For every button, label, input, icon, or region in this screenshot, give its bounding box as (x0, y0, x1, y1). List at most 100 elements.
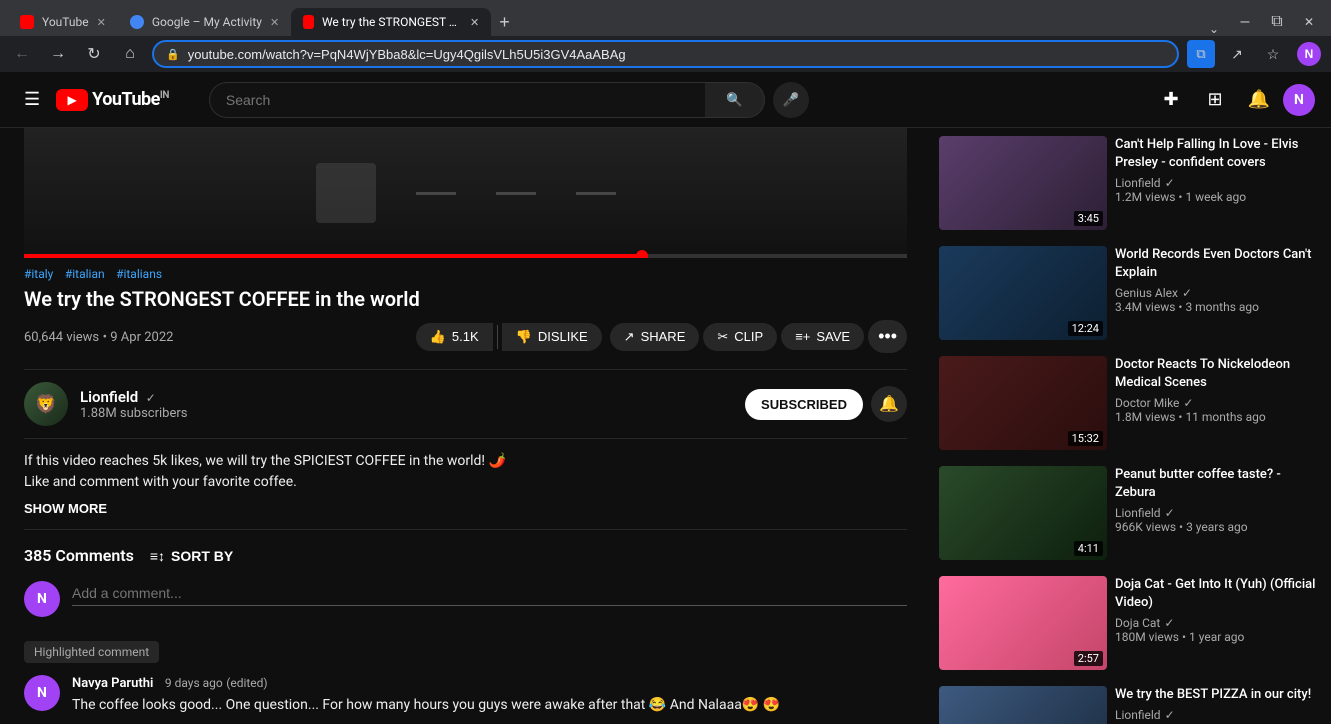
sidebar-channel-2: Genius Alex ✓ (1115, 286, 1323, 300)
sidebar-video-2[interactable]: 12:24 World Records Even Doctors Can't E… (939, 238, 1323, 348)
current-user-avatar: N (24, 581, 60, 617)
video-player[interactable] (24, 128, 907, 258)
comment-item: N Navya Paruthi 9 days ago (edited) The … (24, 675, 907, 724)
sidebar-video-5[interactable]: 2:57 Doja Cat - Get Into It (Yuh) (Offic… (939, 568, 1323, 678)
save-button[interactable]: ≡+ SAVE (781, 323, 864, 350)
tag-italy[interactable]: #italy (24, 267, 53, 281)
video-actions: 👍 5.1K 👎 DISLIKE ↗ SHARE ✂ CLIP (416, 320, 907, 353)
user-avatar[interactable]: N (1283, 84, 1315, 116)
apps-button[interactable]: ⊞ (1195, 80, 1235, 120)
youtube-main: #italy #italian #italians We try the STR… (0, 128, 1331, 724)
video-meta: 60,644 views • 9 Apr 2022 (24, 329, 173, 345)
create-button[interactable]: ✚ (1151, 80, 1191, 120)
verified-icon-1: ✓ (1165, 176, 1175, 190)
sidebar-info-3: Doctor Reacts To Nickelodeon Medical Sce… (1115, 356, 1323, 450)
restore-button[interactable]: ⧉ (1263, 8, 1291, 36)
more-actions-button[interactable]: ••• (868, 320, 907, 353)
sort-label: SORT BY (171, 548, 233, 564)
minimize-button[interactable]: – (1231, 8, 1259, 36)
bookmark-button[interactable]: ☆ (1259, 40, 1287, 68)
sort-button[interactable]: ≡↕ SORT BY (150, 548, 233, 564)
verified-icon-6: ✓ (1165, 708, 1175, 722)
new-tab-button[interactable]: + (491, 8, 518, 36)
comment-header: Navya Paruthi 9 days ago (edited) (72, 675, 907, 691)
sidebar-title-5: Doja Cat - Get Into It (Yuh) (Official V… (1115, 576, 1323, 612)
sidebar-meta-5: 180M views • 1 year ago (1115, 630, 1323, 644)
search-input[interactable] (209, 82, 705, 118)
save-label: SAVE (816, 329, 850, 344)
tab-favicon-1 (20, 15, 34, 29)
comment-input-wrap (72, 581, 907, 606)
comments-header: 385 Comments ≡↕ SORT BY (24, 546, 907, 565)
clip-button[interactable]: ✂ CLIP (703, 323, 777, 351)
video-progress-bar[interactable] (24, 254, 907, 258)
youtube-header: ☰ YouTubeIN 🔍 🎤 ✚ ⊞ 🔔 N (0, 72, 1331, 128)
open-in-new-button[interactable]: ⧉ (1187, 40, 1215, 68)
tab-youtube[interactable]: YouTube ✕ (8, 8, 118, 36)
sidebar-title-3: Doctor Reacts To Nickelodeon Medical Sce… (1115, 356, 1323, 392)
hamburger-menu-button[interactable]: ☰ (16, 81, 48, 118)
comment-time: 9 days ago (165, 676, 223, 690)
comment-edited: (edited) (226, 676, 267, 690)
close-button[interactable]: ✕ (1295, 8, 1323, 36)
sidebar-video-6[interactable]: 8:23 We try the BEST PIZZA in our city! … (939, 678, 1323, 724)
share-button[interactable]: ↗ SHARE (610, 323, 700, 351)
subscribe-button[interactable]: SUBSCRIBED (745, 389, 863, 420)
sidebar-channel-3: Doctor Mike ✓ (1115, 396, 1323, 410)
sidebar-meta-3: 1.8M views • 11 months ago (1115, 410, 1323, 424)
back-button[interactable]: ← (8, 40, 36, 68)
sidebar-video-3[interactable]: 15:32 Doctor Reacts To Nickelodeon Medic… (939, 348, 1323, 458)
notifications-bell-button[interactable]: 🔔 (871, 386, 907, 422)
comment-body: Navya Paruthi 9 days ago (edited) The co… (72, 675, 907, 724)
sidebar-channel-6: Lionfield ✓ (1115, 708, 1323, 722)
sidebar: 3:45 Can't Help Falling In Love - Elvis … (931, 128, 1331, 724)
sidebar-duration-1: 3:45 (1074, 211, 1103, 226)
video-title: We try the STRONGEST COFFEE in the world (24, 286, 907, 312)
show-more-button[interactable]: SHOW MORE (24, 501, 107, 516)
tab-label-1: YouTube (42, 15, 89, 29)
profile-browser-button[interactable]: N (1295, 40, 1323, 68)
add-comment-row: N (24, 581, 907, 617)
header-actions: ✚ ⊞ 🔔 N (1151, 80, 1315, 120)
address-bar[interactable]: 🔒 (152, 40, 1179, 68)
home-button[interactable]: ⌂ (116, 40, 144, 68)
tag-italians[interactable]: #italians (116, 267, 162, 281)
channel-avatar[interactable]: 🦁 (24, 382, 68, 426)
tab-favicon-3 (303, 15, 314, 29)
youtube-country: IN (160, 90, 169, 101)
tab-current[interactable]: We try the STRONGEST COFFEE ... ✕ (291, 8, 491, 36)
like-divider (497, 325, 498, 349)
like-button[interactable]: 👍 5.1K (416, 323, 493, 351)
tab-close-2[interactable]: ✕ (270, 16, 279, 29)
verified-icon-4: ✓ (1165, 506, 1175, 520)
forward-button[interactable]: → (44, 40, 72, 68)
channel-name[interactable]: Lionfield (80, 388, 138, 406)
tab-overflow-button[interactable]: ⌄ (1205, 22, 1223, 36)
like-icon: 👍 (430, 329, 446, 345)
share-browser-button[interactable]: ↗ (1223, 40, 1251, 68)
sidebar-thumb-2: 12:24 (939, 246, 1107, 340)
sidebar-video-4[interactable]: 4:11 Peanut butter coffee taste? - Zebur… (939, 458, 1323, 568)
tab-close-3[interactable]: ✕ (470, 16, 479, 29)
comments-count: 385 Comments (24, 546, 134, 565)
comment-author[interactable]: Navya Paruthi (72, 676, 153, 691)
address-input[interactable] (188, 47, 1165, 62)
share-icon: ↗ (624, 329, 635, 345)
dislike-button[interactable]: 👎 DISLIKE (502, 323, 602, 351)
verified-icon-2: ✓ (1182, 286, 1192, 300)
voice-search-button[interactable]: 🎤 (773, 82, 809, 118)
video-scrubber[interactable] (636, 250, 648, 258)
tab-google[interactable]: Google – My Activity ✕ (118, 8, 291, 36)
comment-input[interactable] (72, 581, 907, 606)
tag-italian[interactable]: #italian (65, 267, 105, 281)
sidebar-video-1[interactable]: 3:45 Can't Help Falling In Love - Elvis … (939, 128, 1323, 238)
sidebar-channel-1: Lionfield ✓ (1115, 176, 1323, 190)
youtube-logo[interactable]: YouTubeIN (56, 89, 169, 111)
search-button[interactable]: 🔍 (705, 82, 765, 118)
reload-button[interactable]: ↻ (80, 40, 108, 68)
channel-info: 🦁 Lionfield ✓ 1.88M subscribers (24, 382, 188, 426)
tab-close-1[interactable]: ✕ (97, 16, 106, 29)
like-count: 5.1K (452, 329, 479, 344)
tab-label-2: Google – My Activity (152, 15, 262, 29)
notifications-button[interactable]: 🔔 (1239, 80, 1279, 120)
